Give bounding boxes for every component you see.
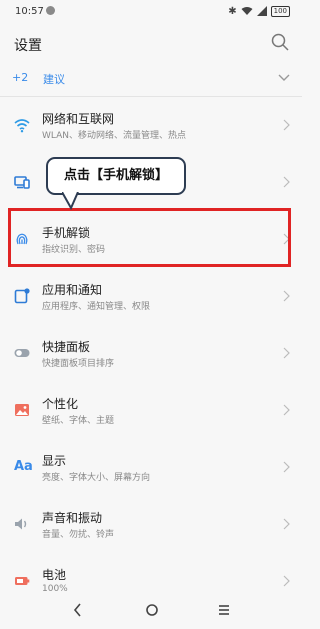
chevron-right-icon: [283, 518, 290, 530]
suggestions-count: +2: [12, 71, 29, 84]
battery-status: 100: [270, 5, 290, 17]
settings-item-title: 显示: [42, 454, 67, 468]
instruction-callout: 点击【手机解锁】: [46, 157, 186, 195]
bluetooth-icon: ✱: [228, 5, 237, 17]
toggle-icon: [14, 349, 30, 357]
chevron-right-icon: [283, 176, 290, 188]
settings-item-title: 应用和通知: [42, 283, 103, 297]
apps-notification-icon: [14, 288, 30, 304]
home-icon[interactable]: [144, 602, 160, 618]
settings-item-title: 声音和振动: [42, 511, 103, 525]
header: 设置: [0, 22, 302, 62]
settings-item-subtitle: 应用程序、通知管理、权限: [42, 302, 151, 312]
settings-item-personalization[interactable]: 个性化 壁纸、字体、主题: [0, 382, 302, 439]
suggestions-row[interactable]: +2 建议: [0, 62, 302, 97]
navigation-bar: [0, 593, 302, 629]
image-icon: [15, 404, 29, 416]
settings-item-subtitle: 亮度、字体大小、屏幕方向: [42, 473, 151, 483]
page-title: 设置: [14, 38, 42, 54]
menu-icon[interactable]: [217, 603, 231, 617]
chevron-down-icon[interactable]: [278, 74, 290, 82]
settings-item-network[interactable]: 网络和互联网 WLAN、移动网络、流量管理、热点: [0, 97, 302, 154]
wifi-status-icon: [241, 7, 253, 15]
settings-item-display[interactable]: Aa 显示 亮度、字体大小、屏幕方向: [0, 439, 302, 496]
chevron-right-icon: [283, 404, 290, 416]
suggestions-label: 建议: [43, 73, 65, 86]
wifi-icon: [14, 119, 30, 133]
chevron-right-icon: [283, 575, 290, 587]
settings-item-title: 个性化: [42, 397, 79, 411]
devices-icon: [14, 176, 30, 189]
notification-dot-icon: [46, 6, 55, 15]
settings-item-title: 快捷面板: [42, 340, 91, 354]
status-icons: ✱ 100: [228, 5, 290, 17]
settings-item-subtitle: WLAN、移动网络、流量管理、热点: [42, 131, 187, 141]
font-size-icon: Aa: [14, 459, 33, 474]
battery-icon: [15, 577, 30, 585]
chevron-right-icon: [283, 290, 290, 302]
search-icon[interactable]: [270, 32, 290, 52]
settings-item-subtitle: 壁纸、字体、主题: [42, 416, 115, 426]
status-bar: 10:57 ✱ 100: [0, 0, 302, 22]
signal-icon: [256, 6, 267, 16]
settings-item-sound[interactable]: 声音和振动 音量、勿扰、铃声: [0, 496, 302, 553]
settings-item-apps-notifications[interactable]: 应用和通知 应用程序、通知管理、权限: [0, 268, 302, 325]
settings-item-title: 网络和互联网: [42, 112, 115, 126]
highlight-box: [8, 208, 291, 267]
settings-item-subtitle: 音量、勿扰、铃声: [42, 530, 115, 540]
settings-item-title: 电池: [42, 568, 67, 582]
chevron-right-icon: [283, 119, 290, 131]
callout-text: 点击【手机解锁】: [63, 168, 168, 183]
callout-pointer: [62, 192, 79, 210]
settings-item-subtitle: 快捷面板项目排序: [42, 359, 115, 369]
speaker-icon: [15, 518, 27, 530]
chevron-right-icon: [283, 347, 290, 359]
chevron-right-icon: [283, 461, 290, 473]
settings-item-quick-panel[interactable]: 快捷面板 快捷面板项目排序: [0, 325, 302, 382]
back-icon[interactable]: [72, 602, 84, 618]
status-time: 10:57: [15, 6, 44, 17]
